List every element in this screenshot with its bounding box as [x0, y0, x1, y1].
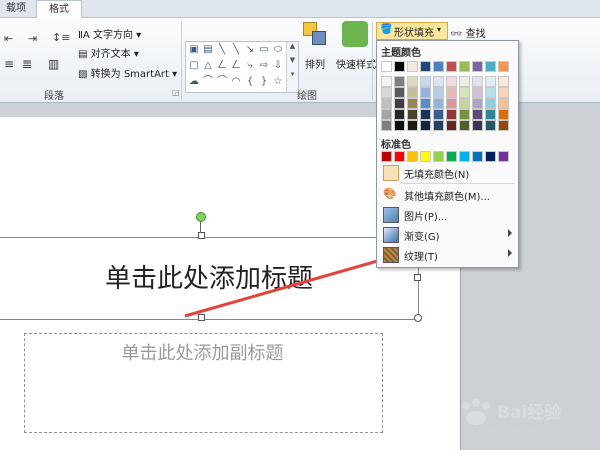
theme-shade-swatch[interactable]: [472, 87, 483, 98]
theme-shade-swatch[interactable]: [498, 120, 509, 131]
theme-shade-swatch[interactable]: [381, 76, 392, 87]
no-fill-label: 无填充颜色(N): [404, 170, 470, 181]
theme-shade-swatch[interactable]: [433, 76, 444, 87]
theme-shade-swatch[interactable]: [459, 98, 470, 109]
standard-color-swatch[interactable]: [446, 151, 457, 162]
theme-shade-swatch[interactable]: [433, 109, 444, 120]
theme-shade-swatch[interactable]: [407, 98, 418, 109]
theme-shade-swatch[interactable]: [394, 98, 405, 109]
theme-shade-swatch[interactable]: [459, 109, 470, 120]
theme-shade-swatch[interactable]: [394, 109, 405, 120]
theme-shade-swatch[interactable]: [420, 98, 431, 109]
theme-shade-swatch[interactable]: [498, 76, 509, 87]
standard-color-swatch[interactable]: [498, 151, 509, 162]
texture-icon: [383, 247, 399, 263]
theme-shade-swatch[interactable]: [420, 87, 431, 98]
shape-fill-menu: 主题颜色 标准色 无填充颜色(N) 🎨 其他填充颜色(M)... 图片(P)..…: [376, 40, 519, 268]
standard-color-swatch[interactable]: [420, 151, 431, 162]
theme-shade-swatch[interactable]: [420, 76, 431, 87]
watermark-brand: Bai经验: [497, 403, 562, 423]
theme-color-swatch[interactable]: [446, 61, 457, 72]
theme-shade-swatch[interactable]: [446, 87, 457, 98]
theme-shade-swatch[interactable]: [446, 98, 457, 109]
theme-shade-swatch[interactable]: [446, 120, 457, 131]
theme-shade-swatch[interactable]: [446, 109, 457, 120]
theme-shade-swatch[interactable]: [446, 76, 457, 87]
picture-label: 图片(P)...: [404, 212, 448, 223]
palette-icon: 🎨: [383, 187, 397, 200]
theme-color-swatch[interactable]: [420, 61, 431, 72]
theme-colors-header: 主题颜色: [381, 48, 421, 59]
theme-shade-swatch[interactable]: [472, 76, 483, 87]
no-fill-icon: [383, 165, 399, 181]
standard-color-swatch[interactable]: [459, 151, 470, 162]
standard-colors-header: 标准色: [381, 140, 411, 151]
theme-shade-swatch[interactable]: [485, 98, 496, 109]
theme-color-swatch[interactable]: [407, 61, 418, 72]
theme-shade-swatch[interactable]: [381, 120, 392, 131]
standard-color-swatch[interactable]: [381, 151, 392, 162]
picture-icon: [383, 207, 399, 223]
theme-color-swatch[interactable]: [381, 61, 392, 72]
theme-shade-swatch[interactable]: [420, 109, 431, 120]
no-fill-item[interactable]: 无填充颜色(N): [377, 162, 518, 182]
theme-shade-swatch[interactable]: [459, 120, 470, 131]
texture-label: 纹理(T): [404, 252, 438, 263]
theme-shade-swatch[interactable]: [459, 87, 470, 98]
theme-shade-swatch[interactable]: [498, 87, 509, 98]
theme-color-swatch[interactable]: [485, 61, 496, 72]
theme-shade-swatch[interactable]: [381, 109, 392, 120]
theme-shade-swatch[interactable]: [394, 120, 405, 131]
baidu-paw-logo: [462, 399, 490, 425]
standard-color-swatch[interactable]: [433, 151, 444, 162]
theme-shade-swatch[interactable]: [381, 87, 392, 98]
theme-shade-swatch[interactable]: [394, 87, 405, 98]
theme-color-swatch[interactable]: [394, 61, 405, 72]
standard-color-swatch[interactable]: [485, 151, 496, 162]
theme-color-swatch[interactable]: [459, 61, 470, 72]
watermark-url: jingyan.baidu.com: [466, 425, 559, 436]
theme-shade-swatch[interactable]: [472, 98, 483, 109]
submenu-arrow-icon: [508, 249, 512, 257]
texture-item[interactable]: 纹理(T): [377, 244, 518, 264]
theme-shade-swatch[interactable]: [472, 109, 483, 120]
theme-shade-swatch[interactable]: [407, 87, 418, 98]
submenu-arrow-icon: [508, 229, 512, 237]
theme-color-swatch[interactable]: [433, 61, 444, 72]
theme-shade-swatch[interactable]: [485, 76, 496, 87]
theme-shade-swatch[interactable]: [381, 98, 392, 109]
theme-color-swatch[interactable]: [472, 61, 483, 72]
standard-color-swatch[interactable]: [394, 151, 405, 162]
theme-shade-swatch[interactable]: [433, 98, 444, 109]
more-fill-colors-label: 其他填充颜色(M)...: [404, 192, 490, 203]
theme-shade-swatch[interactable]: [498, 109, 509, 120]
theme-color-swatch[interactable]: [498, 61, 509, 72]
theme-shade-swatch[interactable]: [485, 109, 496, 120]
theme-shade-swatch[interactable]: [433, 120, 444, 131]
gradient-icon: [383, 227, 399, 243]
theme-shade-swatch[interactable]: [433, 87, 444, 98]
theme-shade-swatch[interactable]: [485, 87, 496, 98]
theme-shade-swatch[interactable]: [485, 120, 496, 131]
theme-shade-swatch[interactable]: [407, 109, 418, 120]
gradient-item[interactable]: 渐变(G): [377, 224, 518, 244]
theme-shade-swatch[interactable]: [420, 120, 431, 131]
picture-item[interactable]: 图片(P)...: [377, 204, 518, 224]
standard-color-swatch[interactable]: [407, 151, 418, 162]
theme-shade-swatch[interactable]: [407, 76, 418, 87]
more-fill-colors-item[interactable]: 🎨 其他填充颜色(M)...: [377, 184, 518, 204]
theme-shade-swatch[interactable]: [472, 120, 483, 131]
theme-shade-swatch[interactable]: [498, 98, 509, 109]
theme-shade-swatch[interactable]: [394, 76, 405, 87]
standard-color-swatch[interactable]: [472, 151, 483, 162]
gradient-label: 渐变(G): [404, 232, 440, 243]
theme-shade-swatch[interactable]: [407, 120, 418, 131]
theme-shade-swatch[interactable]: [459, 76, 470, 87]
